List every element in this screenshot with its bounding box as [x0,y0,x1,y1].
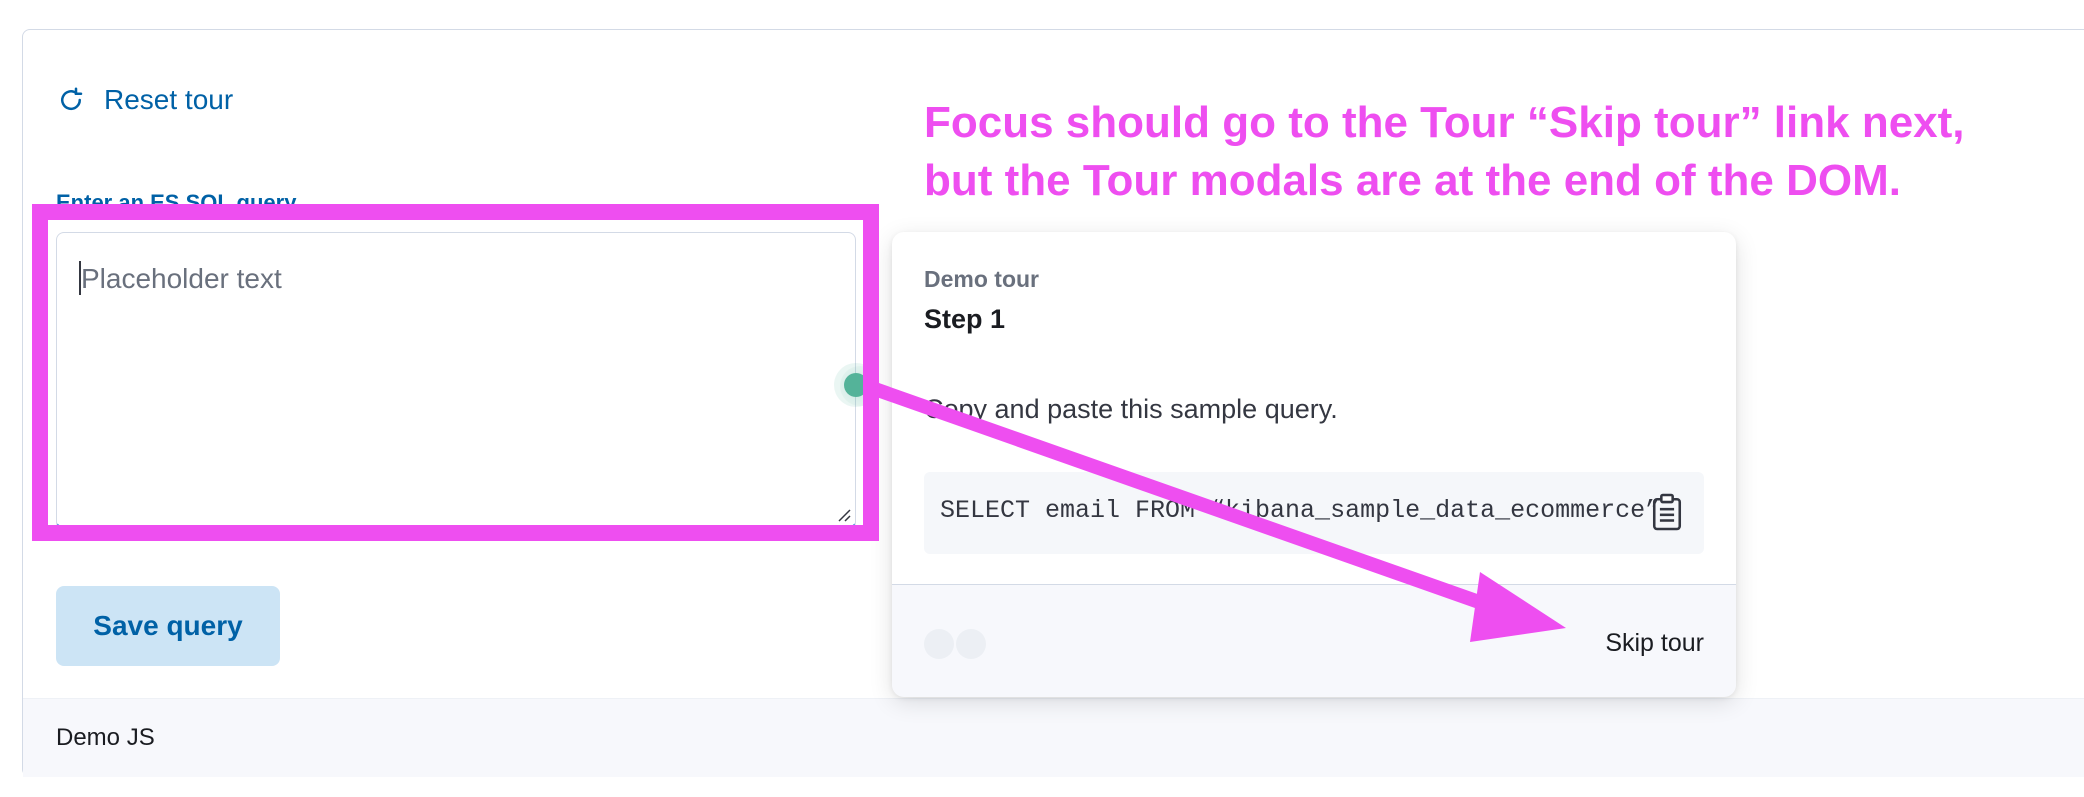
tour-popover: Demo tour Step 1 Copy and paste this sam… [892,232,1736,697]
tour-body-text: Copy and paste this sample query. [924,394,1338,424]
tour-beacon [844,373,868,397]
reset-tour-label: Reset tour [104,84,234,115]
resize-handle-icon[interactable] [835,506,851,522]
reset-tour-link[interactable]: Reset tour [56,84,233,116]
refresh-icon [61,87,83,111]
query-field-label: Enter an ES SQL query [56,190,297,215]
tour-step-dot [956,629,986,659]
demo-footer-label: Demo JS [56,724,155,751]
tour-subtitle: Demo tour [924,266,1039,292]
tour-step-dot [924,629,954,659]
clipboard-icon[interactable] [1650,492,1684,532]
query-textarea[interactable]: Placeholder text [56,232,856,530]
annotation-line-1: Focus should go to the Tour “Skip tour” … [924,98,1965,147]
query-placeholder: Placeholder text [81,263,282,294]
annotation-text: Focus should go to the Tour “Skip tour” … [924,94,2074,210]
demo-footer [23,698,2084,777]
annotation-line-2: but the Tour modals are at the end of th… [924,156,1902,205]
code-block: SELECT email FROM “kibana_sample_data_ec… [924,472,1704,554]
tour-footer: Skip tour [892,584,1736,697]
sample-query-code: SELECT email FROM “kibana_sample_data_ec… [940,496,1661,525]
save-query-button[interactable]: Save query [56,586,280,666]
tour-step-title: Step 1 [924,304,1006,334]
skip-tour-link[interactable]: Skip tour [1605,629,1704,658]
